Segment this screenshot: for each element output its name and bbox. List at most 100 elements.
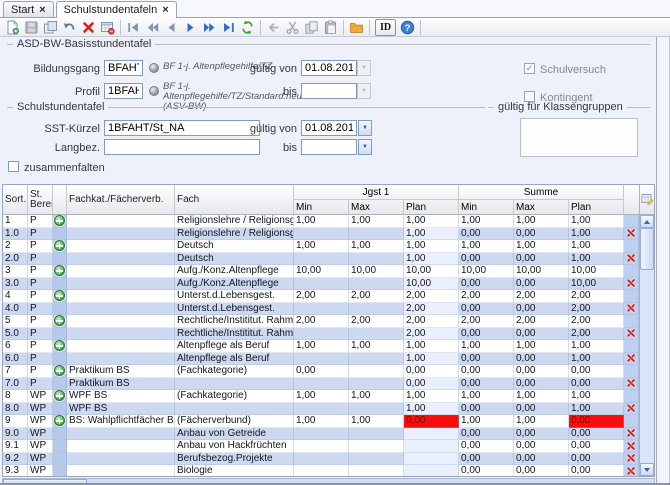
column-header-icon[interactable] (53, 185, 67, 214)
asd-gueltig-von-dropdown chevron-down-icon[interactable]: ▼ (357, 60, 371, 76)
schulversuch-checkbox[interactable]: ✓ (524, 63, 535, 74)
nav-rewind-button[interactable] (143, 19, 162, 36)
copy-record-button[interactable] (41, 19, 60, 36)
toolbar-separator (369, 20, 370, 35)
delete-row-icon[interactable] (626, 440, 637, 451)
table-row[interactable]: 9.2WPBerufsbezog.Projekte0,000,000,00 (3, 453, 639, 466)
table-row[interactable]: 2.0PDeutsch1,000,000,001,00 (3, 253, 639, 266)
table-row[interactable]: 9WPBS: Wahlpflichtfächer BS(Fächerverbun… (3, 415, 639, 428)
sst-gueltig-von-field[interactable] (301, 120, 357, 136)
scroll-down-button[interactable] (640, 463, 654, 476)
delete-row-icon[interactable] (626, 253, 637, 264)
sst-bis-field[interactable] (301, 139, 357, 155)
nav-fast-forward-button[interactable] (200, 19, 219, 36)
add-row-icon[interactable] (54, 315, 65, 326)
table-row[interactable]: 3PAufg./Konz.Altenpflege10,0010,0010,001… (3, 265, 639, 278)
back-button[interactable] (264, 19, 283, 36)
add-row-icon[interactable] (54, 240, 65, 251)
langbez-field[interactable] (104, 139, 260, 155)
table-row[interactable]: 9.3WPBiologie0,000,000,00 (3, 465, 639, 476)
delete-row-icon[interactable] (626, 228, 637, 239)
new-record-button[interactable] (3, 19, 22, 36)
scroll-up-button[interactable] (640, 215, 654, 228)
add-row-icon[interactable] (54, 365, 65, 376)
column-header-bereich[interactable]: St. Bereich (28, 185, 53, 214)
column-header-summe-plan[interactable]: Plan (569, 200, 624, 215)
add-row-icon[interactable] (54, 340, 65, 351)
nav-last-button[interactable] (219, 19, 238, 36)
asd-bis-field[interactable] (301, 83, 357, 99)
asd-bis-dropdown chevron-down-icon[interactable]: ▼ (357, 83, 371, 99)
table-row[interactable]: 6.0PAltenpflege als Beruf1,000,000,001,0… (3, 353, 639, 366)
table-row[interactable]: 6PAltenpflege als Beruf1,001,001,001,001… (3, 340, 639, 353)
delete-row-icon[interactable] (626, 328, 637, 339)
delete-row-icon[interactable] (626, 353, 637, 364)
group-header-summe[interactable]: Summe (459, 185, 624, 200)
group-header-jgst1[interactable]: Jgst 1 (294, 185, 459, 200)
sst-bis-dropdown chevron-down-icon[interactable]: ▼ (358, 139, 372, 155)
cut-button[interactable] (283, 19, 302, 36)
delete-row-icon[interactable] (626, 428, 637, 439)
nav-previous-button[interactable] (162, 19, 181, 36)
close-icon[interactable]: × (162, 5, 168, 15)
delete-row-icon[interactable] (626, 378, 637, 389)
table-row[interactable]: 1PReligionslehre / Religionsgerag...1,00… (3, 215, 639, 228)
id-button[interactable]: ID (375, 19, 396, 36)
nav-next-button[interactable] (181, 19, 200, 36)
column-header-summe-min[interactable]: Min (459, 200, 514, 215)
column-header-summe-max[interactable]: Max (514, 200, 569, 215)
delete-row-icon[interactable] (626, 403, 637, 414)
column-header-jgst1-max[interactable]: Max (349, 200, 404, 215)
profil-field[interactable] (104, 83, 143, 99)
undo-button[interactable] (60, 19, 79, 36)
table-row[interactable]: 2PDeutsch1,001,001,001,001,001,00 (3, 240, 639, 253)
edit-table-button[interactable] (98, 19, 117, 36)
vertical-scrollbar-thumb[interactable] (640, 228, 654, 270)
refresh-button[interactable] (238, 19, 257, 36)
delete-record-button[interactable] (79, 19, 98, 36)
table-row[interactable]: 1.0PReligionslehre / Religionsgerag...1,… (3, 228, 639, 241)
tab-schulstundentafeln[interactable]: Schulstundentafeln× (56, 1, 177, 18)
delete-row-icon[interactable] (626, 303, 637, 314)
help-button[interactable]: ? (398, 19, 417, 36)
table-row[interactable]: 8WPWPF BS(Fachkategorie)1,001,001,001,00… (3, 390, 639, 403)
paste-button[interactable] (321, 19, 340, 36)
bildungsgang-field[interactable] (104, 60, 143, 76)
delete-row-icon[interactable] (626, 278, 637, 289)
table-row[interactable]: 4PUnterst.d.Lebensgest.2,002,002,002,002… (3, 290, 639, 303)
column-header-jgst1-min[interactable]: Min (294, 200, 349, 215)
delete-row-icon[interactable] (626, 465, 637, 476)
column-settings-button[interactable] (640, 185, 654, 215)
column-header-sort[interactable]: Sort. (3, 185, 28, 214)
close-icon[interactable]: × (39, 5, 45, 15)
add-row-icon[interactable] (54, 215, 65, 226)
table-row[interactable]: 4.0PUnterst.d.Lebensgest.2,000,000,002,0… (3, 303, 639, 316)
vertical-scrollbar-track[interactable] (640, 270, 654, 463)
table-row[interactable]: 3.0PAufg./Konz.Altenpflege10,000,000,001… (3, 278, 639, 291)
table-row[interactable]: 9.1WPAnbau von Hackfrüchten0,000,000,00 (3, 440, 639, 453)
delete-row-icon[interactable] (626, 453, 637, 464)
table-row[interactable]: 5PRechtliche/Instititut. Rahmenbed.2,002… (3, 315, 639, 328)
zusammenfalten-checkbox[interactable] (8, 161, 19, 172)
column-header-fach[interactable]: Fach (175, 185, 294, 214)
table-row[interactable]: 7.0PPraktikum BS0,000,000,000,00 (3, 378, 639, 391)
table-row[interactable]: 8.0WPWPF BS1,000,000,001,00 (3, 403, 639, 416)
sst-kuerzel-field[interactable] (104, 120, 260, 136)
copy-button[interactable] (302, 19, 321, 36)
add-row-icon[interactable] (54, 290, 65, 301)
asd-gueltig-von-field[interactable] (301, 60, 357, 76)
table-row[interactable]: 7PPraktikum BS(Fachkategorie)0,000,000,0… (3, 365, 639, 378)
add-row-icon[interactable] (54, 415, 65, 426)
nav-first-button[interactable] (124, 19, 143, 36)
tab-start[interactable]: Start× (3, 1, 54, 17)
folder-button[interactable] (347, 19, 366, 36)
sst-gueltig-von-dropdown chevron-down-icon[interactable]: ▼ (358, 120, 372, 136)
column-header-jgst1-plan[interactable]: Plan (404, 200, 459, 215)
add-row-icon[interactable] (54, 390, 65, 401)
add-row-icon[interactable] (54, 265, 65, 276)
column-header-fachkat[interactable]: Fachkat./Fächerverb. (67, 185, 175, 214)
table-row[interactable]: 9.0WPAnbau von Getreide0,000,000,00 (3, 428, 639, 441)
klassengruppen-listbox[interactable] (520, 118, 638, 157)
save-button[interactable] (22, 19, 41, 36)
table-row[interactable]: 5.0PRechtliche/Instititut. Rahmenbed.2,0… (3, 328, 639, 341)
